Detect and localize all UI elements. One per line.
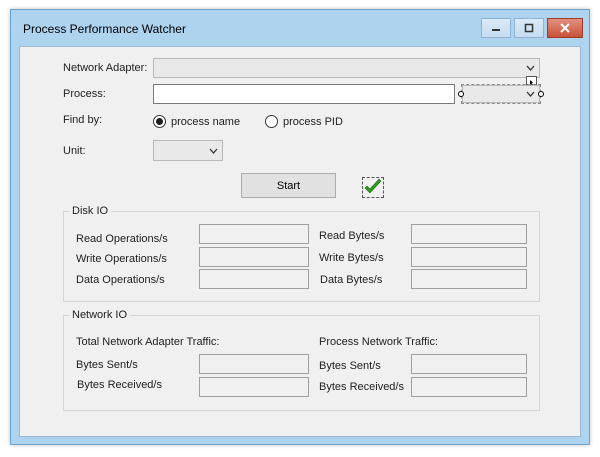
- adapter-bytes-sent-label: Bytes Sent/s: [76, 359, 138, 371]
- process-input[interactable]: [153, 84, 455, 104]
- chevron-down-icon: [526, 65, 535, 71]
- minimize-icon: [492, 29, 500, 31]
- chevron-down-icon: [526, 91, 535, 97]
- find-by-label: Find by:: [63, 114, 103, 126]
- process-bytes-sent-label: Bytes Sent/s: [319, 360, 381, 372]
- checkmark-icon: [364, 178, 382, 194]
- maximize-button[interactable]: [514, 18, 544, 38]
- write-bytes-value: [411, 247, 527, 267]
- resize-handle-right[interactable]: [538, 91, 544, 97]
- process-traffic-label: Process Network Traffic:: [319, 336, 438, 348]
- adapter-bytes-received-value: [199, 377, 309, 397]
- unit-dropdown[interactable]: [153, 140, 223, 161]
- process-label: Process:: [63, 88, 106, 100]
- data-bytes-value: [411, 269, 527, 289]
- network-io-title: Network IO: [69, 309, 131, 321]
- radio-process-name-label[interactable]: process name: [171, 116, 240, 128]
- radio-process-name[interactable]: [153, 115, 166, 128]
- write-operations-value: [199, 247, 309, 267]
- network-adapter-label: Network Adapter:: [63, 62, 148, 74]
- resize-handle-left[interactable]: [458, 91, 464, 97]
- adapter-bytes-received-label: Bytes Received/s: [77, 379, 162, 391]
- network-adapter-dropdown[interactable]: [153, 58, 540, 78]
- radio-process-pid[interactable]: [265, 115, 278, 128]
- form-client-area: Network Adapter: Process: Find by: proce…: [19, 46, 581, 437]
- adapter-traffic-label: Total Network Adapter Traffic:: [76, 336, 220, 348]
- read-bytes-label: Read Bytes/s: [319, 230, 385, 242]
- adapter-bytes-sent-value: [199, 354, 309, 374]
- start-button[interactable]: Start: [241, 173, 336, 198]
- read-operations-value: [199, 224, 309, 244]
- close-icon: [560, 23, 570, 33]
- process-bytes-received-label: Bytes Received/s: [319, 381, 404, 393]
- radio-process-pid-label[interactable]: process PID: [283, 116, 343, 128]
- write-operations-label: Write Operations/s: [76, 253, 167, 265]
- minimize-button[interactable]: [481, 18, 511, 38]
- write-bytes-label: Write Bytes/s: [319, 252, 384, 264]
- status-check: [362, 177, 384, 198]
- unit-label: Unit:: [63, 145, 86, 157]
- chevron-down-icon: [209, 148, 218, 154]
- process-bytes-received-value: [411, 377, 527, 397]
- process-bytes-sent-value: [411, 354, 527, 374]
- close-button[interactable]: [547, 18, 583, 38]
- data-bytes-label: Data Bytes/s: [320, 274, 383, 286]
- data-operations-label: Data Operations/s: [76, 274, 165, 286]
- data-operations-value: [199, 269, 309, 289]
- maximize-icon: [524, 23, 534, 33]
- process-dropdown[interactable]: [462, 85, 540, 103]
- start-button-label: Start: [276, 179, 301, 192]
- window-title: Process Performance Watcher: [23, 22, 186, 36]
- read-operations-label: Read Operations/s: [76, 233, 168, 245]
- main-window: Process Performance Watcher Network Adap…: [10, 9, 590, 445]
- read-bytes-value: [411, 224, 527, 244]
- disk-io-title: Disk IO: [69, 205, 112, 217]
